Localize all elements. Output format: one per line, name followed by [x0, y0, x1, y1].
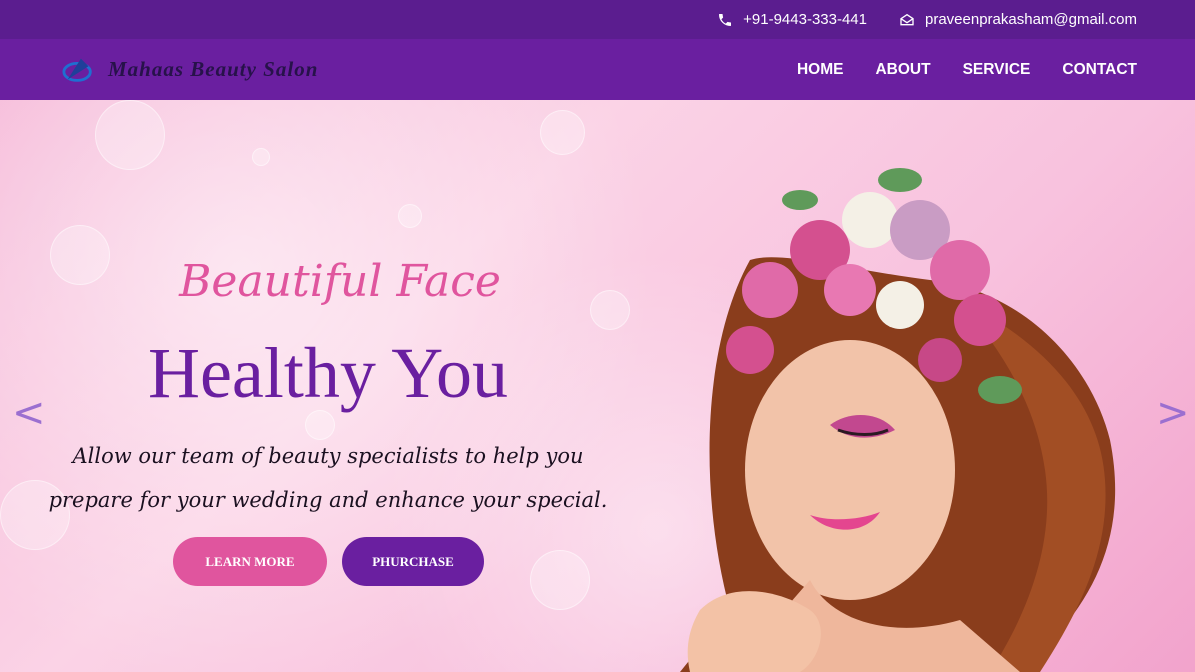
bokeh-circle [95, 100, 165, 170]
model-portrait-image [680, 168, 1116, 672]
learn-more-button[interactable]: LEARN MORE [173, 537, 327, 586]
email-contact[interactable]: praveenprakasham@gmail.com [899, 11, 1137, 28]
phone-number: +91-9443-333-441 [743, 11, 867, 28]
nav-home[interactable]: HOME [797, 61, 844, 79]
bokeh-circle [530, 550, 590, 610]
page: +91-9443-333-441 praveenprakasham@gmail.… [0, 0, 1195, 672]
hero-script-title: Beautiful Face [179, 256, 501, 307]
nav-about[interactable]: ABOUT [875, 61, 930, 79]
hero-title: Healthy You [147, 333, 509, 413]
phone-icon [719, 13, 732, 26]
nav-service[interactable]: SERVICE [963, 61, 1031, 79]
nav-contact[interactable]: CONTACT [1062, 61, 1137, 79]
main-navbar: Mahaas Beauty Salon HOME ABOUT SERVICE C… [0, 39, 1195, 100]
top-contact-bar: +91-9443-333-441 praveenprakasham@gmail.… [0, 0, 1195, 39]
bokeh-circle [540, 110, 585, 155]
brand-logo[interactable]: Mahaas Beauty Salon [60, 53, 318, 87]
phone-contact[interactable]: +91-9443-333-441 [717, 11, 867, 28]
hero-description: Allow our team of beauty specialists to … [28, 434, 628, 522]
slider-prev-arrow[interactable]: < [12, 390, 46, 436]
bokeh-circle [252, 148, 270, 166]
hero-description-line: prepare for your wedding and enhance you… [48, 488, 608, 512]
envelope-icon [900, 13, 914, 25]
logo-icon [62, 58, 92, 82]
primary-nav: HOME ABOUT SERVICE CONTACT [797, 61, 1137, 79]
purchase-button[interactable]: PHURCHASE [342, 537, 484, 586]
bokeh-circle [398, 204, 422, 228]
brand-name: Mahaas Beauty Salon [108, 57, 319, 81]
email-address: praveenprakasham@gmail.com [925, 11, 1137, 28]
hero-slider: Beautiful Face Healthy You Allow our tea… [0, 100, 1195, 672]
hero-description-line: Allow our team of beauty specialists to … [72, 444, 584, 468]
